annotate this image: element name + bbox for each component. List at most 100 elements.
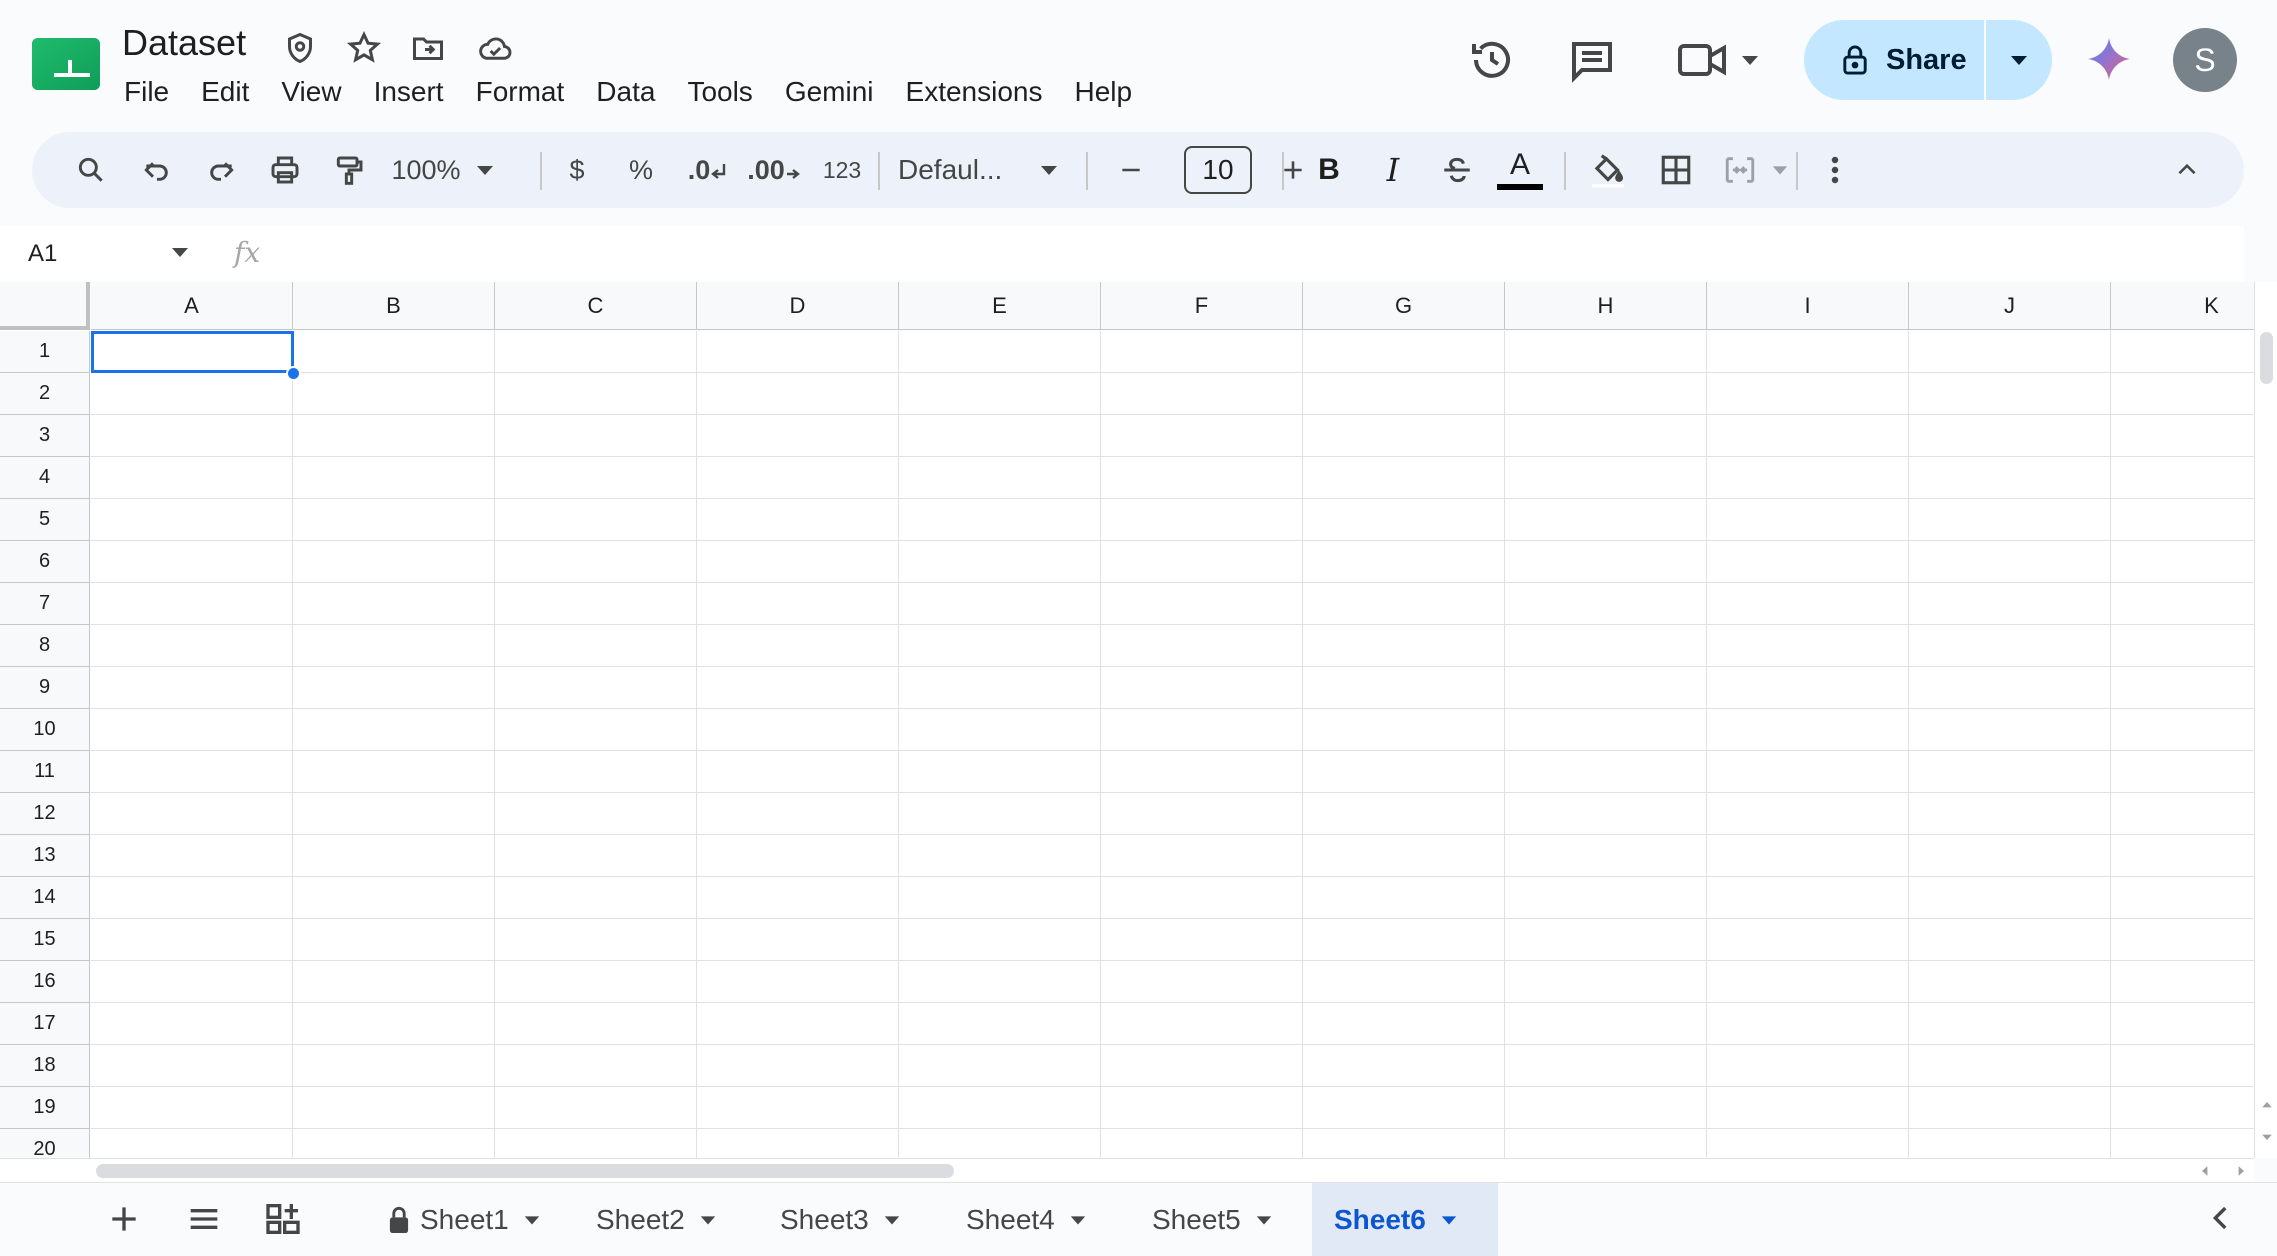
column-header-e[interactable]: E [899,282,1101,330]
font-family-select[interactable]: Defaul... [898,132,1028,208]
row-header-14[interactable]: 14 [0,877,90,919]
percent-format-button[interactable]: % [616,132,666,208]
menu-insert[interactable]: Insert [358,72,460,112]
menu-format[interactable]: Format [460,72,581,112]
more-formats-button[interactable]: 123 [814,132,870,208]
column-header-d[interactable]: D [697,282,899,330]
version-history-icon[interactable] [1468,36,1516,89]
row-header-19[interactable]: 19 [0,1087,90,1129]
column-header-a[interactable]: A [91,282,293,330]
row-header-15[interactable]: 15 [0,919,90,961]
sheet-tab-sheet1[interactable]: Sheet1 [364,1183,564,1256]
print-icon[interactable] [258,132,312,208]
strikethrough-icon[interactable] [1430,132,1484,208]
column-header-j[interactable]: J [1909,282,2111,330]
menu-view[interactable]: View [265,72,357,112]
row-header-8[interactable]: 8 [0,625,90,667]
row-header-6[interactable]: 6 [0,541,90,583]
selected-cell[interactable] [91,331,294,373]
menu-data[interactable]: Data [580,72,671,112]
currency-format-button[interactable]: $ [552,132,602,208]
redo-icon[interactable] [194,132,248,208]
menu-edit[interactable]: Edit [185,72,265,112]
column-header-i[interactable]: I [1707,282,1909,330]
security-shield-icon[interactable] [282,30,318,66]
more-options-icon[interactable] [1810,132,1860,208]
sheet-tab-sheet2[interactable]: Sheet2 [574,1183,758,1256]
name-box[interactable]: A1 [28,234,57,274]
sheet-tab-sheet6[interactable]: Sheet6 [1312,1183,1498,1256]
zoom-dropdown-icon[interactable] [470,132,500,208]
menu-extensions[interactable]: Extensions [890,72,1059,112]
horizontal-scrollbar[interactable] [0,1158,2254,1182]
row-header-16[interactable]: 16 [0,961,90,1003]
menu-tools[interactable]: Tools [671,72,768,112]
row-header-17[interactable]: 17 [0,1003,90,1045]
italic-button[interactable]: I [1366,132,1420,208]
zoom-select[interactable]: 100% [384,132,468,208]
row-header-9[interactable]: 9 [0,667,90,709]
menu-file[interactable]: File [108,72,185,112]
sheet-tab-sheet3[interactable]: Sheet3 [758,1183,944,1256]
share-dropdown-button[interactable] [1986,20,2052,100]
column-header-g[interactable]: G [1303,282,1505,330]
share-button[interactable]: Share [1804,20,1984,100]
menu-help[interactable]: Help [1058,72,1148,112]
row-header-12[interactable]: 12 [0,793,90,835]
increase-decimal-button[interactable]: .00 [744,132,804,208]
row-header-2[interactable]: 2 [0,373,90,415]
row-header-20[interactable]: 20 [0,1129,90,1158]
sheet-menu-dropdown-icon[interactable] [1255,1211,1273,1229]
undo-icon[interactable] [130,132,184,208]
add-sheet-icon[interactable] [104,1199,144,1244]
comments-icon[interactable] [1568,36,1616,89]
meet-dropdown-icon[interactable] [1740,50,1760,75]
decrease-font-size-icon[interactable] [1104,132,1158,208]
bold-button[interactable]: B [1302,132,1356,208]
collapse-side-icon[interactable] [2204,1201,2238,1240]
cloud-saved-icon[interactable] [476,30,512,66]
cell-area[interactable] [91,331,2254,1158]
sheets-logo-icon[interactable] [32,38,100,90]
font-dropdown-icon[interactable] [1034,132,1064,208]
font-size-input[interactable]: 10 [1184,146,1252,194]
fill-color-icon[interactable] [1578,132,1638,208]
column-header-k[interactable]: K [2111,282,2254,330]
select-all-corner[interactable] [0,282,90,330]
row-header-3[interactable]: 3 [0,415,90,457]
row-header-18[interactable]: 18 [0,1045,90,1087]
row-header-13[interactable]: 13 [0,835,90,877]
sheet-tab-sheet5[interactable]: Sheet5 [1130,1183,1312,1256]
vertical-scrollbar[interactable] [2254,282,2277,1158]
explore-icon[interactable] [262,1199,304,1244]
fill-handle[interactable] [286,366,301,381]
merge-cells-icon[interactable] [1710,132,1770,208]
row-header-4[interactable]: 4 [0,457,90,499]
vertical-scroll-thumb[interactable] [2260,332,2273,384]
sheet-menu-dropdown-icon[interactable] [523,1211,541,1229]
scroll-down-icon[interactable] [2261,1132,2273,1142]
row-header-11[interactable]: 11 [0,751,90,793]
sheet-menu-dropdown-icon[interactable] [1069,1211,1087,1229]
sheet-tab-sheet4[interactable]: Sheet4 [944,1183,1130,1256]
paint-format-icon[interactable] [322,132,376,208]
borders-icon[interactable] [1646,132,1706,208]
sheet-menu-dropdown-icon[interactable] [883,1211,901,1229]
meet-camera-icon[interactable] [1676,38,1732,87]
star-icon[interactable] [346,30,382,66]
text-color-button[interactable]: A [1490,132,1550,208]
sheet-menu-dropdown-icon[interactable] [699,1211,717,1229]
column-header-f[interactable]: F [1101,282,1303,330]
user-avatar[interactable]: S [2173,28,2237,92]
document-title[interactable]: Dataset [122,22,246,64]
name-box-dropdown-icon[interactable] [170,242,190,267]
all-sheets-icon[interactable] [184,1199,224,1244]
search-menus-icon[interactable] [64,132,118,208]
menu-gemini[interactable]: Gemini [769,72,890,112]
column-header-h[interactable]: H [1505,282,1707,330]
row-header-10[interactable]: 10 [0,709,90,751]
sheet-menu-dropdown-icon[interactable] [1440,1211,1458,1229]
merge-dropdown-icon[interactable] [1768,132,1792,208]
move-folder-icon[interactable] [410,30,446,66]
row-header-1[interactable]: 1 [0,331,90,373]
